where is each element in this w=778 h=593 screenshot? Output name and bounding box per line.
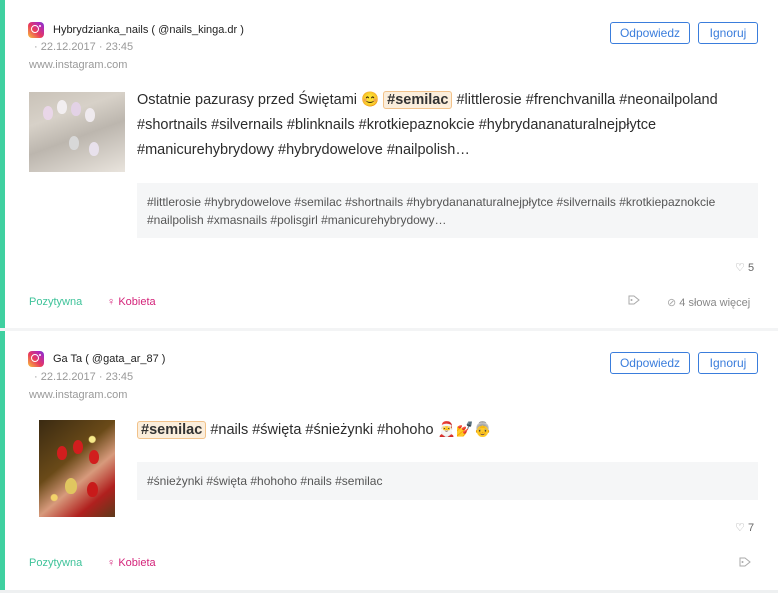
instagram-icon: [28, 351, 44, 367]
tags-box: #littlerosie #hybrydowelove #semilac #sh…: [137, 183, 758, 238]
ignore-button[interactable]: Ignoruj: [698, 352, 758, 374]
reply-button[interactable]: Odpowiedz: [610, 22, 690, 44]
likes-count-container: ♡ 5: [735, 261, 754, 274]
post-text-rest: #nails #święta #śnieżynki #hohoho 🎅💅👵: [210, 422, 492, 438]
tag-icon[interactable]: [739, 557, 751, 567]
likes-count-container: ♡ 7: [735, 521, 754, 534]
keyword-highlight: #semilac: [383, 91, 453, 109]
instagram-icon: [28, 22, 44, 38]
check-circle-icon: ⊘: [667, 297, 677, 309]
female-icon: ♀: [107, 296, 116, 308]
heart-icon: ♡: [735, 262, 745, 274]
author-name[interactable]: Ga Ta ( @gata_ar_87 ): [53, 353, 165, 365]
post-date: 22.12.2017: [40, 371, 96, 383]
post-text: Ostatnie pazurasy przed Świętami 😊 #semi…: [137, 88, 747, 163]
reply-button[interactable]: Odpowiedz: [610, 352, 690, 374]
ignore-button[interactable]: Ignoruj: [698, 22, 758, 44]
gender-label: Kobieta: [118, 557, 156, 569]
mention-card: Hybrydzianka_nails ( @nails_kinga.dr ) ·…: [0, 0, 778, 328]
source-link[interactable]: www.instagram.com: [29, 389, 127, 401]
more-words-container[interactable]: ⊘ 4 słowa więcej: [667, 296, 750, 309]
mention-card: Ga Ta ( @gata_ar_87 ) · 22.12.2017 · 23:…: [0, 331, 778, 590]
source-link[interactable]: www.instagram.com: [29, 59, 127, 71]
gender-container[interactable]: ♀ Kobieta: [107, 557, 156, 569]
gender-container[interactable]: ♀ Kobieta: [107, 296, 156, 308]
post-date: 22.12.2017: [40, 41, 96, 53]
tag-icon[interactable]: [628, 295, 640, 305]
post-time: 23:45: [105, 41, 134, 53]
likes-count: 7: [747, 522, 755, 534]
post-time: 23:45: [105, 371, 134, 383]
heart-icon: ♡: [735, 522, 745, 534]
likes-count: 5: [747, 262, 755, 274]
post-text: #semilac #nails #święta #śnieżynki #hoho…: [137, 418, 747, 443]
post-thumbnail[interactable]: [29, 92, 125, 172]
sentiment-label[interactable]: Pozytywna: [29, 296, 82, 308]
female-icon: ♀: [107, 557, 116, 569]
keyword-highlight: #semilac: [137, 421, 207, 439]
gender-label: Kobieta: [118, 296, 156, 308]
author-name[interactable]: Hybrydzianka_nails ( @nails_kinga.dr ): [53, 24, 244, 36]
post-datetime: · 22.12.2017 · 23:45: [34, 41, 134, 53]
post-datetime: · 22.12.2017 · 23:45: [34, 371, 134, 383]
sentiment-label[interactable]: Pozytywna: [29, 557, 82, 569]
more-words-label: 4 słowa więcej: [679, 297, 751, 309]
post-thumbnail[interactable]: [39, 420, 115, 517]
tags-box: #śnieżynki #święta #hohoho #nails #semil…: [137, 462, 758, 500]
post-text-intro: Ostatnie pazurasy przed Świętami 😊: [137, 92, 380, 108]
